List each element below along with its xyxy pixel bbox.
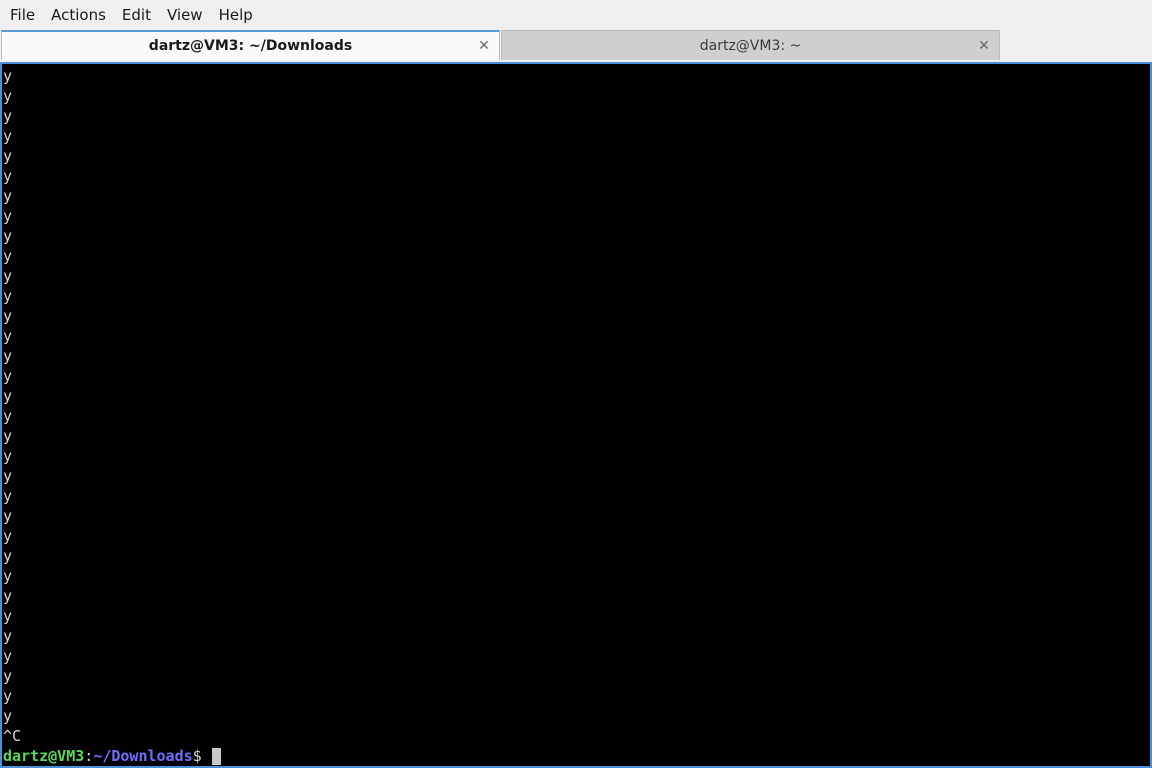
terminal-line: y [3, 267, 13, 285]
terminal-window: File Actions Edit View Help dartz@VM3: ~… [0, 0, 1152, 768]
terminal-line: y [3, 367, 13, 385]
close-icon[interactable]: ✕ [977, 39, 991, 53]
terminal-line: y [3, 347, 13, 365]
terminal-line: y [3, 707, 13, 725]
terminal-line: y [3, 227, 13, 245]
tab-home[interactable]: dartz@VM3: ~ ✕ [501, 30, 1000, 60]
terminal-line: y [3, 567, 13, 585]
terminal-line: y [3, 527, 13, 545]
terminal-line: y [3, 87, 13, 105]
terminal-line: y [3, 607, 13, 625]
terminal-line: y [3, 547, 13, 565]
terminal-line: y [3, 207, 13, 225]
terminal-lines: y y y y y y y y y y y y y y y y y y y y y y y y y y y y y y y y y ^C [3, 66, 1150, 746]
terminal-line: y [3, 447, 13, 465]
menu-bar: File Actions Edit View Help [0, 0, 1152, 30]
terminal-line: y [3, 107, 13, 125]
tab-bar: dartz@VM3: ~/Downloads ✕ dartz@VM3: ~ ✕ [0, 30, 1152, 62]
prompt-path: ~/Downloads [93, 747, 193, 765]
terminal-line: y [3, 67, 13, 85]
prompt-separator: : [84, 747, 94, 765]
shell-prompt: dartz@VM3: ~/Downloads $ [3, 746, 1150, 766]
terminal-line: y [3, 627, 13, 645]
terminal-line: y [3, 147, 13, 165]
terminal-line: y [3, 307, 13, 325]
menu-view[interactable]: View [159, 2, 211, 28]
prompt-user-host: dartz@VM3 [3, 747, 85, 765]
menu-help[interactable]: Help [211, 2, 261, 28]
tab-downloads[interactable]: dartz@VM3: ~/Downloads ✕ [1, 30, 500, 60]
terminal-line: y [3, 687, 13, 705]
terminal-line: y [3, 647, 13, 665]
tab-title: dartz@VM3: ~/Downloads [148, 38, 353, 54]
text-cursor [211, 747, 221, 765]
terminal-line: y [3, 387, 13, 405]
tab-title: dartz@VM3: ~ [699, 37, 802, 54]
terminal-line: y [3, 247, 13, 265]
terminal-line: y [3, 587, 13, 605]
terminal-line: y [3, 487, 13, 505]
menu-file[interactable]: File [2, 2, 43, 28]
prompt-symbol: $ [192, 747, 211, 765]
terminal-line: y [3, 407, 13, 425]
terminal-line: ^C [3, 727, 22, 745]
terminal-line: y [3, 167, 13, 185]
menu-edit[interactable]: Edit [114, 2, 159, 28]
terminal-line: y [3, 467, 13, 485]
terminal-line: y [3, 327, 13, 345]
terminal-line: y [3, 287, 13, 305]
terminal-line: y [3, 187, 13, 205]
menu-actions[interactable]: Actions [43, 2, 114, 28]
terminal-line: y [3, 127, 13, 145]
terminal-output-area[interactable]: y y y y y y y y y y y y y y y y y y y y y y y y y y y y y y y y y ^C dart… [0, 62, 1152, 768]
terminal-line: y [3, 667, 13, 685]
terminal-line: y [3, 427, 13, 445]
terminal-line: y [3, 507, 13, 525]
close-icon[interactable]: ✕ [477, 39, 491, 53]
